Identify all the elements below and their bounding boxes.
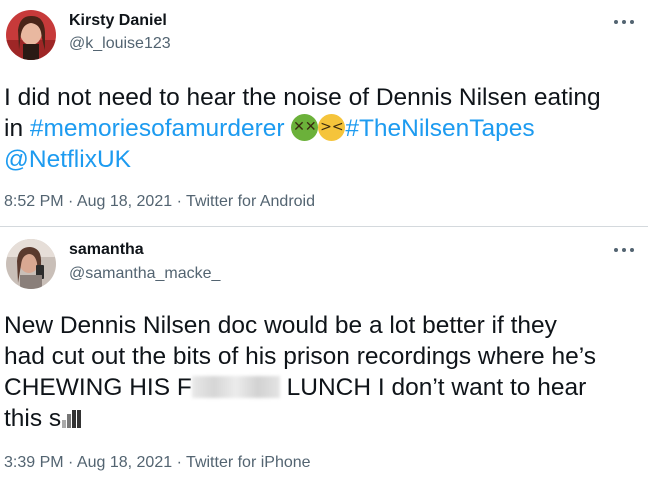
hashtag-link[interactable]: #memoriesofamurderer	[30, 115, 285, 142]
redaction-blur	[191, 376, 280, 398]
tweet-text-plain: in	[4, 115, 30, 142]
avatar-image	[6, 10, 56, 60]
nauseated-face-icon: ✕✕	[291, 114, 319, 141]
tweet-text: I did not need to hear the noise of Denn…	[4, 82, 644, 175]
more-options-icon[interactable]	[614, 17, 634, 27]
redaction-blocks	[61, 408, 83, 428]
user-handle[interactable]: @k_louise123	[69, 35, 171, 53]
avatar-image	[6, 239, 56, 289]
display-name[interactable]: samantha	[69, 241, 144, 259]
tweet[interactable]: samantha @samantha_macke_ New Dennis Nil…	[0, 228, 648, 487]
display-name[interactable]: Kirsty Daniel	[69, 12, 167, 30]
mention-link[interactable]: @NetflixUK	[4, 146, 131, 173]
tweet-text-plain: LUNCH I don’t want to hear	[279, 374, 587, 401]
tweet-timestamp[interactable]: 8:52 PM · Aug 18, 2021 · Twitter for And…	[4, 193, 315, 211]
more-options-icon[interactable]	[614, 245, 634, 255]
tweet-text-plain: this s	[4, 405, 62, 432]
user-handle[interactable]: @samantha_macke_	[69, 265, 220, 283]
tweet-text-line: had cut out the bits of his prison recor…	[4, 343, 596, 370]
avatar[interactable]	[6, 239, 56, 289]
tweet-divider	[0, 226, 648, 227]
tweet-text-line: New Dennis Nilsen doc would be a lot bet…	[4, 312, 557, 339]
tweet-text-line: I did not need to hear the noise of Denn…	[4, 84, 601, 111]
tweet[interactable]: Kirsty Daniel @k_louise123 I did not nee…	[0, 0, 648, 227]
tweet-timestamp[interactable]: 3:39 PM · Aug 18, 2021 · Twitter for iPh…	[4, 454, 311, 472]
tweet-text-plain: CHEWING HIS F	[4, 374, 192, 401]
avatar[interactable]	[6, 10, 56, 60]
face-vomiting-icon: ><	[318, 114, 346, 141]
tweet-text: New Dennis Nilsen doc would be a lot bet…	[4, 310, 644, 434]
hashtag-link[interactable]: #TheNilsenTapes	[345, 115, 534, 142]
